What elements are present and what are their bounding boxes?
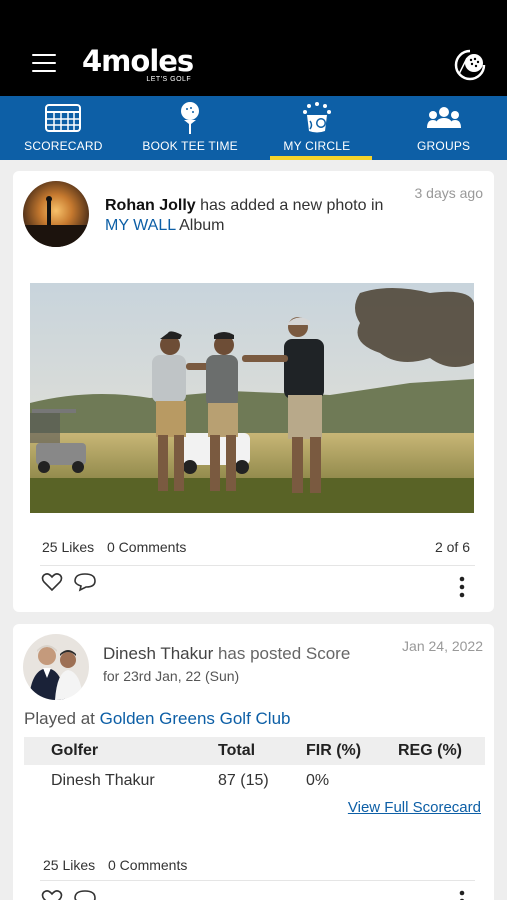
tab-groups[interactable]: GROUPS xyxy=(380,96,507,160)
avatar[interactable] xyxy=(23,634,89,700)
post-username[interactable]: Dinesh Thakur xyxy=(103,644,213,663)
album-suffix: Album xyxy=(175,217,225,234)
like-heart-icon[interactable] xyxy=(41,572,63,592)
played-at-prefix: Played at xyxy=(24,709,100,728)
logo-text: 4moles xyxy=(82,44,194,78)
scorecard-icon xyxy=(45,104,82,132)
score-date: for 23rd Jan, 22 (Sun) xyxy=(103,668,240,684)
like-heart-icon[interactable] xyxy=(41,889,63,900)
tee-icon xyxy=(181,102,200,134)
active-tab-indicator xyxy=(269,156,373,160)
likes-count[interactable]: 25 Likes xyxy=(42,539,94,555)
golf-ball-icon[interactable] xyxy=(453,48,487,82)
comments-count[interactable]: 0 Comments xyxy=(108,857,187,873)
score-table-header: Golfer Total FIR (%) REG (%) xyxy=(24,737,485,765)
likes-count[interactable]: 25 Likes xyxy=(43,857,95,873)
tab-book-tee-time[interactable]: BOOK TEE TIME xyxy=(127,96,254,160)
cell-fir: 0% xyxy=(306,772,330,789)
tab-scorecard[interactable]: SCORECARD xyxy=(0,96,127,160)
tab-my-circle[interactable]: MY CIRCLE xyxy=(254,96,381,160)
post-headline: Rohan Jolly has added a new photo in MY … xyxy=(105,196,405,236)
score-table: Golfer Total FIR (%) REG (%) Dinesh Thak… xyxy=(24,737,485,797)
post-time: 3 days ago xyxy=(414,185,484,201)
feed-post-photo: Rohan Jolly has added a new photo in MY … xyxy=(13,171,494,612)
post-headline: Dinesh Thakur has posted Score xyxy=(103,644,403,664)
table-row: Dinesh Thakur 87 (15) 0% xyxy=(24,765,485,797)
more-options-icon[interactable] xyxy=(458,576,466,598)
tab-scorecard-label: SCORECARD xyxy=(24,139,103,153)
col-fir: FIR (%) xyxy=(306,742,362,759)
cell-total: 87 (15) xyxy=(218,772,269,789)
groups-icon xyxy=(426,107,461,128)
post-time: Jan 24, 2022 xyxy=(402,638,483,654)
col-total: Total xyxy=(218,742,256,759)
my-circle-icon xyxy=(302,102,331,133)
tab-book-tee-time-label: BOOK TEE TIME xyxy=(142,139,238,153)
more-options-icon[interactable] xyxy=(458,890,466,900)
menu-icon[interactable] xyxy=(32,54,56,74)
feed-post-score: Dinesh Thakur has posted Score for 23rd … xyxy=(13,624,494,900)
comments-count[interactable]: 0 Comments xyxy=(107,539,186,555)
tab-groups-label: GROUPS xyxy=(417,139,471,153)
post-photo[interactable] xyxy=(30,283,474,513)
course-link[interactable]: Golden Greens Golf Club xyxy=(100,709,291,728)
view-full-scorecard-link[interactable]: View Full Scorecard xyxy=(348,799,481,816)
app-logo: 4moles LET'S GOLF xyxy=(82,44,194,83)
photo-pager: 2 of 6 xyxy=(434,539,470,555)
cell-golfer: Dinesh Thakur xyxy=(51,772,155,789)
logo-tagline: LET'S GOLF xyxy=(146,76,192,83)
col-reg: REG (%) xyxy=(398,742,462,759)
post-action: has posted Score xyxy=(213,644,351,663)
col-golfer: Golfer xyxy=(51,742,99,759)
post-username[interactable]: Rohan Jolly xyxy=(105,197,196,214)
divider xyxy=(40,880,475,881)
comment-icon[interactable] xyxy=(73,889,97,900)
post-action: has added a new photo in xyxy=(195,197,384,214)
top-bar: 4moles LET'S GOLF xyxy=(0,0,507,96)
tab-bar: SCORECARD BOOK TEE TIME MY CIRCLE GROUPS xyxy=(0,96,507,160)
comment-icon[interactable] xyxy=(73,572,97,592)
divider xyxy=(40,565,475,566)
played-at: Played at Golden Greens Golf Club xyxy=(24,709,291,729)
album-link[interactable]: MY WALL xyxy=(105,217,176,234)
tab-my-circle-label: MY CIRCLE xyxy=(283,139,351,153)
avatar[interactable] xyxy=(23,181,89,247)
